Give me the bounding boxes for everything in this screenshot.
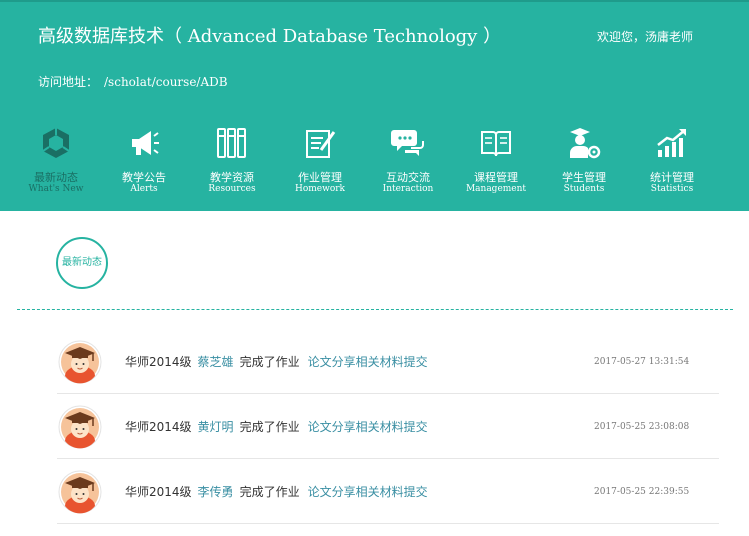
access-address-label: 访问地址： [38,75,99,89]
section-divider [17,309,733,310]
cube-icon [42,128,70,158]
megaphone-icon [132,131,159,155]
student-link[interactable]: 黄灯明 [198,420,234,434]
nav-label: 教学公告 [122,171,166,184]
nav-sublabel: Interaction [382,184,434,194]
nav-item-alerts[interactable]: 教学公告 Alerts [100,126,188,206]
nav-item-homework[interactable]: 作业管理 Homework [276,126,364,206]
nav-item-students[interactable]: 学生管理 Students [540,126,628,206]
class-name: 华师2014级 [125,355,192,369]
graduate-avatar-icon [58,405,102,449]
nav-item-management[interactable]: 课程管理 Management [452,126,540,206]
nav-item-resources[interactable]: 教学资源 Resources [188,126,276,206]
nav-sublabel: Resources [208,184,256,194]
timestamp: 2017-05-25 22:39:55 [594,487,690,497]
activity-feed: 华师2014级 蔡芝雄 完成了作业 论文分享相关材料提交 2017-05-27 13:… [57,329,719,524]
nav-label: 学生管理 [562,171,606,184]
feed-row-text: 华师2014级 黄灯明 完成了作业 论文分享相关材料提交 [125,419,428,435]
nav-label: 作业管理 [298,171,342,184]
student-link[interactable]: 李传勇 [198,485,234,499]
books-icon [217,128,246,158]
nav-label: 统计管理 [650,171,694,184]
class-name: 华师2014级 [125,420,192,434]
assignment-link[interactable]: 论文分享相关材料提交 [308,485,428,499]
course-title: 高级数据库技术（ Advanced Database Technology ） [38,26,502,47]
access-address-value: /scholat/course/ADB [104,75,228,89]
nav-label: 最新动态 [34,171,78,184]
feed-row-text: 华师2014级 蔡芝雄 完成了作业 论文分享相关材料提交 [125,354,428,370]
timestamp: 2017-05-27 13:31:54 [594,357,690,367]
nav-sublabel: Homework [294,184,345,194]
document-edit-icon [306,130,336,158]
student-gear-icon [570,128,601,159]
timestamp: 2017-05-25 23:08:08 [594,422,690,432]
class-name: 华师2014级 [125,485,192,499]
access-address: 访问地址： /scholat/course/ADB [38,73,228,90]
feed-row: 华师2014级 黄灯明 完成了作业 论文分享相关材料提交 2017-05-25 23:… [57,394,719,459]
nav-label: 教学资源 [210,171,254,184]
nav-sublabel: Statistics [650,184,694,194]
nav-label: 互动交流 [386,171,430,184]
nav-sublabel: Management [465,184,527,194]
nav-item-statistics[interactable]: 统计管理 Statistics [628,126,716,206]
assignment-link[interactable]: 论文分享相关材料提交 [308,355,428,369]
feed-row: 华师2014级 李传勇 完成了作业 论文分享相关材料提交 2017-05-25 22:… [57,459,719,524]
action-text: 完成了作业 [239,420,300,434]
course-header: 高级数据库技术（ Advanced Database Technology ） … [0,0,749,211]
chat-bubbles-icon [391,130,424,156]
open-book-icon [481,131,511,157]
nav-label: 课程管理 [474,171,518,184]
nav-item-interaction[interactable]: 互动交流 Interaction [364,126,452,206]
nav-item-whats-new[interactable]: 最新动态 What's New [12,126,100,206]
nav-sublabel: What's New [28,184,84,194]
graduate-avatar-icon [58,470,102,514]
nav-sublabel: Alerts [130,184,158,194]
bar-chart-icon [657,129,686,157]
assignment-link[interactable]: 论文分享相关材料提交 [308,420,428,434]
nav-sublabel: Students [563,184,605,194]
feed-row-text: 华师2014级 李传勇 完成了作业 论文分享相关材料提交 [125,484,428,500]
graduate-avatar-icon [58,340,102,384]
student-link[interactable]: 蔡芝雄 [198,355,234,369]
section-badge: 最新动态 [56,237,108,289]
action-text: 完成了作业 [239,355,300,369]
course-nav: 最新动态 What's New 教学公告 Alerts 教学资源 Resourc… [12,126,732,206]
feed-row: 华师2014级 蔡芝雄 完成了作业 论文分享相关材料提交 2017-05-27 13:… [57,329,719,394]
action-text: 完成了作业 [239,485,300,499]
content-area: 最新动态 华师2014级 蔡芝雄 完成了作业 论文分享相关材料提交 2017-05-2… [0,211,749,536]
welcome-text: 欢迎您，汤庸老师 [596,30,693,44]
